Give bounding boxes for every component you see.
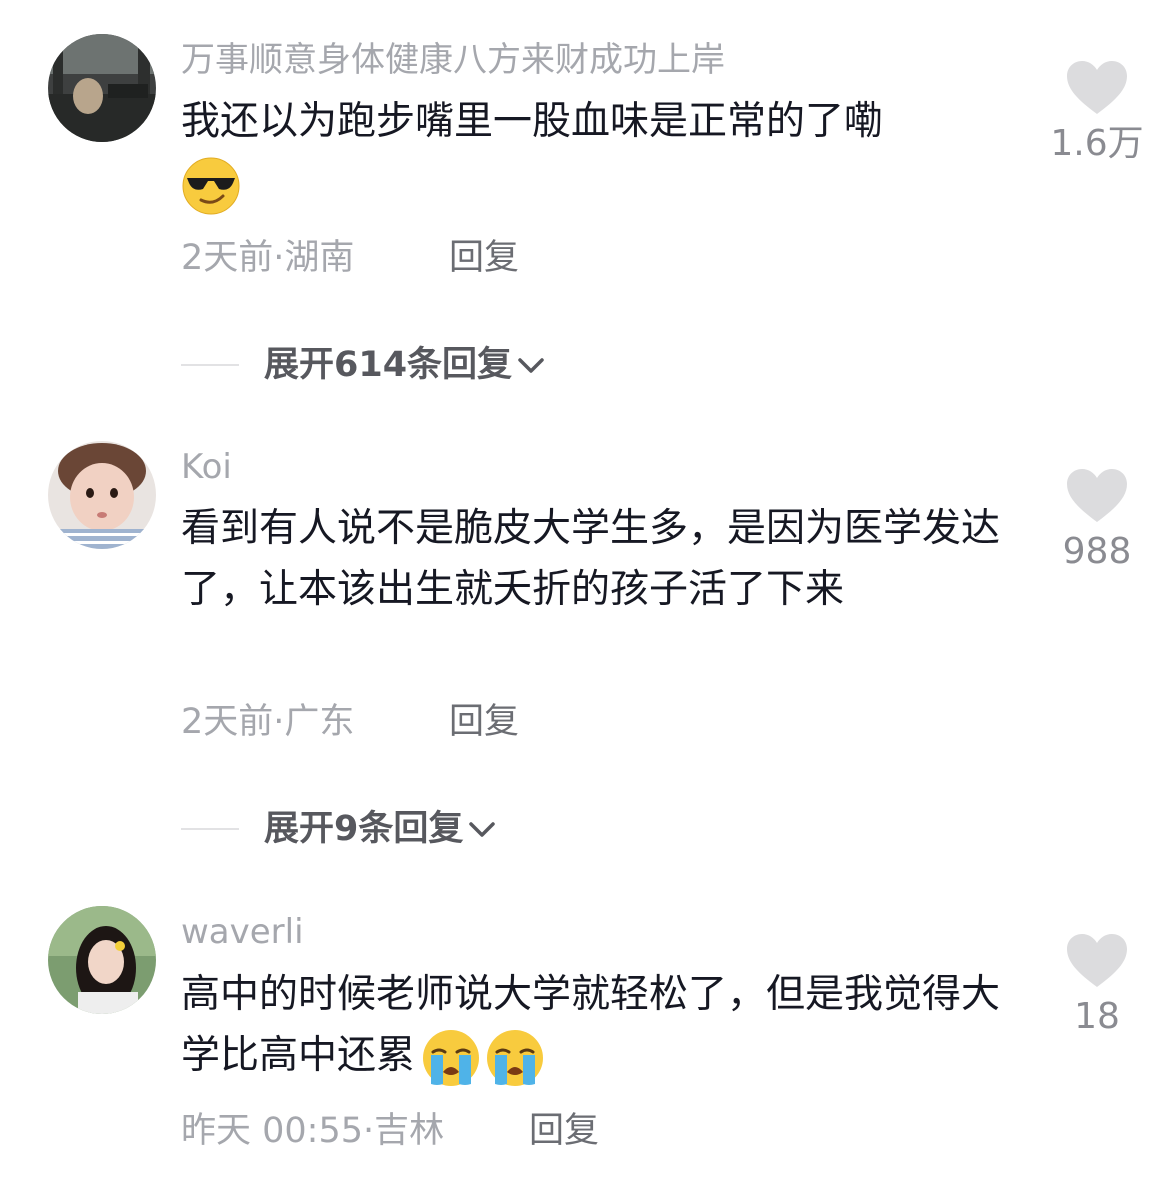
heart-icon bbox=[1067, 934, 1127, 987]
loudly-crying-emoji-icon bbox=[485, 1028, 545, 1088]
loudly-crying-emoji-icon bbox=[421, 1028, 481, 1088]
avatar-photo bbox=[48, 906, 156, 1014]
like-button[interactable]: 18 bbox=[1037, 933, 1157, 1039]
comment-item: waverli 高中的时候老师说大学就轻松了，但是我觉得大学比高中还累 昨天 0… bbox=[0, 0, 1170, 1193]
comment-meta: 昨天 00:55·吉林 bbox=[181, 1109, 444, 1153]
username[interactable]: waverli bbox=[181, 910, 304, 954]
comment-location: 吉林 bbox=[374, 1111, 445, 1151]
comment-time: 昨天 00:55 bbox=[181, 1111, 363, 1151]
like-count: 18 bbox=[1074, 996, 1120, 1037]
comment-text-content: 高中的时候老师说大学就轻松了，但是我觉得大学比高中还累 bbox=[181, 972, 1001, 1078]
meta-separator: · bbox=[363, 1111, 375, 1151]
avatar[interactable] bbox=[48, 906, 156, 1014]
reply-button[interactable]: 回复 bbox=[529, 1109, 599, 1153]
comment-text: 高中的时候老师说大学就轻松了，但是我觉得大学比高中还累 bbox=[181, 964, 1011, 1088]
